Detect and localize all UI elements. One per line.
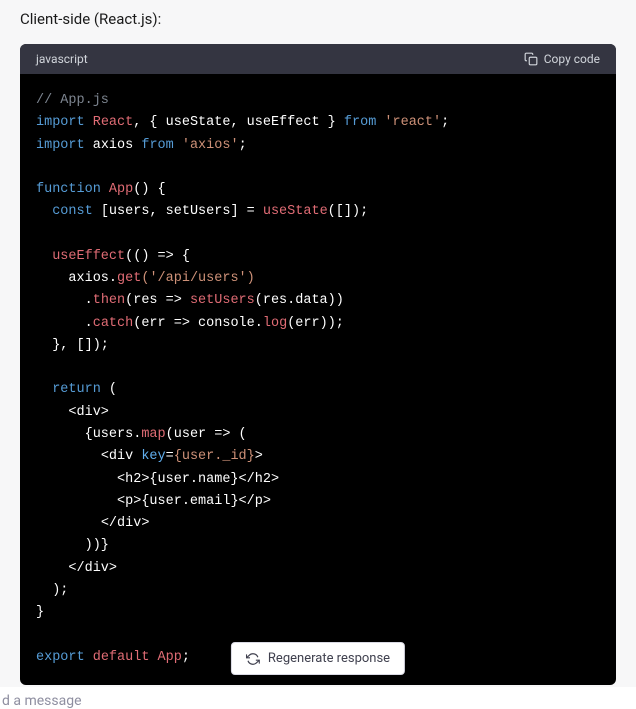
code-content: // App.js import React, { useState, useE…	[36, 90, 600, 669]
clipboard-icon	[524, 52, 538, 66]
code-block: javascript Copy code // App.js import Re…	[20, 44, 616, 685]
copy-code-button[interactable]: Copy code	[524, 52, 600, 66]
regenerate-response-button[interactable]: Regenerate response	[231, 642, 405, 675]
code-language-label: javascript	[36, 52, 88, 66]
code-header: javascript Copy code	[20, 44, 616, 74]
refresh-icon	[246, 652, 260, 666]
regenerate-label: Regenerate response	[268, 651, 390, 666]
code-body: // App.js import React, { useState, useE…	[20, 74, 616, 685]
section-title: Client-side (React.js):	[20, 10, 616, 28]
message-input-partial[interactable]: d a message	[0, 687, 636, 709]
copy-code-label: Copy code	[544, 52, 600, 66]
